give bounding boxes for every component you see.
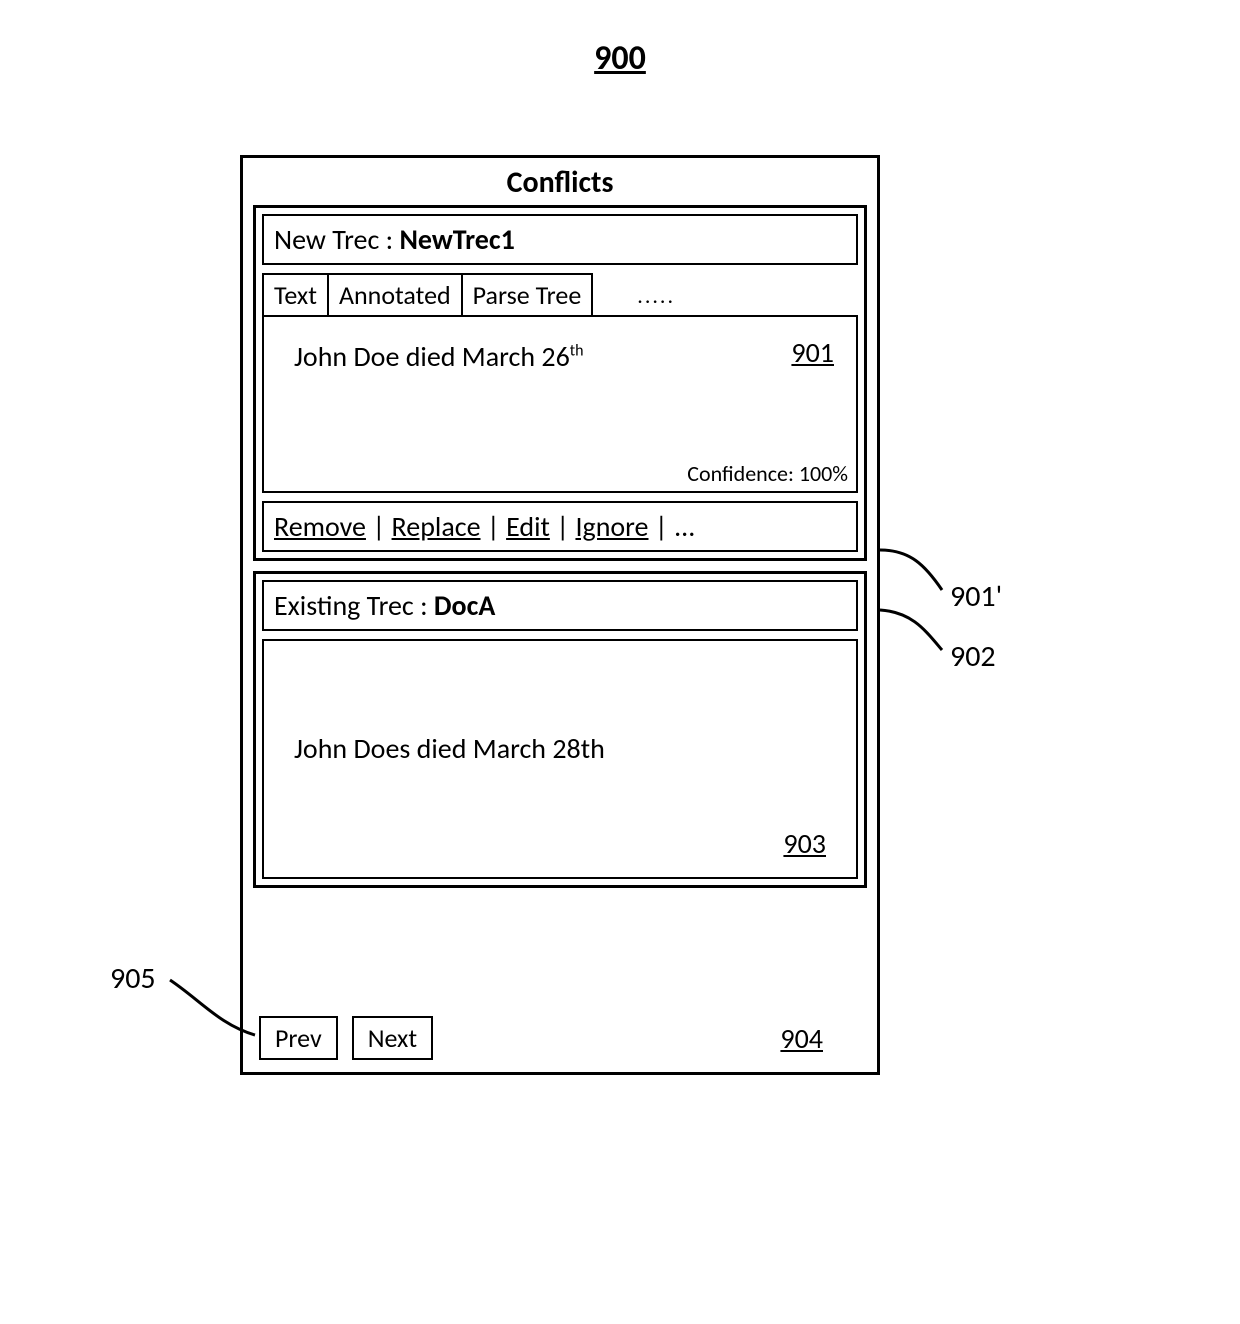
lead-lines — [0, 0, 1240, 1324]
